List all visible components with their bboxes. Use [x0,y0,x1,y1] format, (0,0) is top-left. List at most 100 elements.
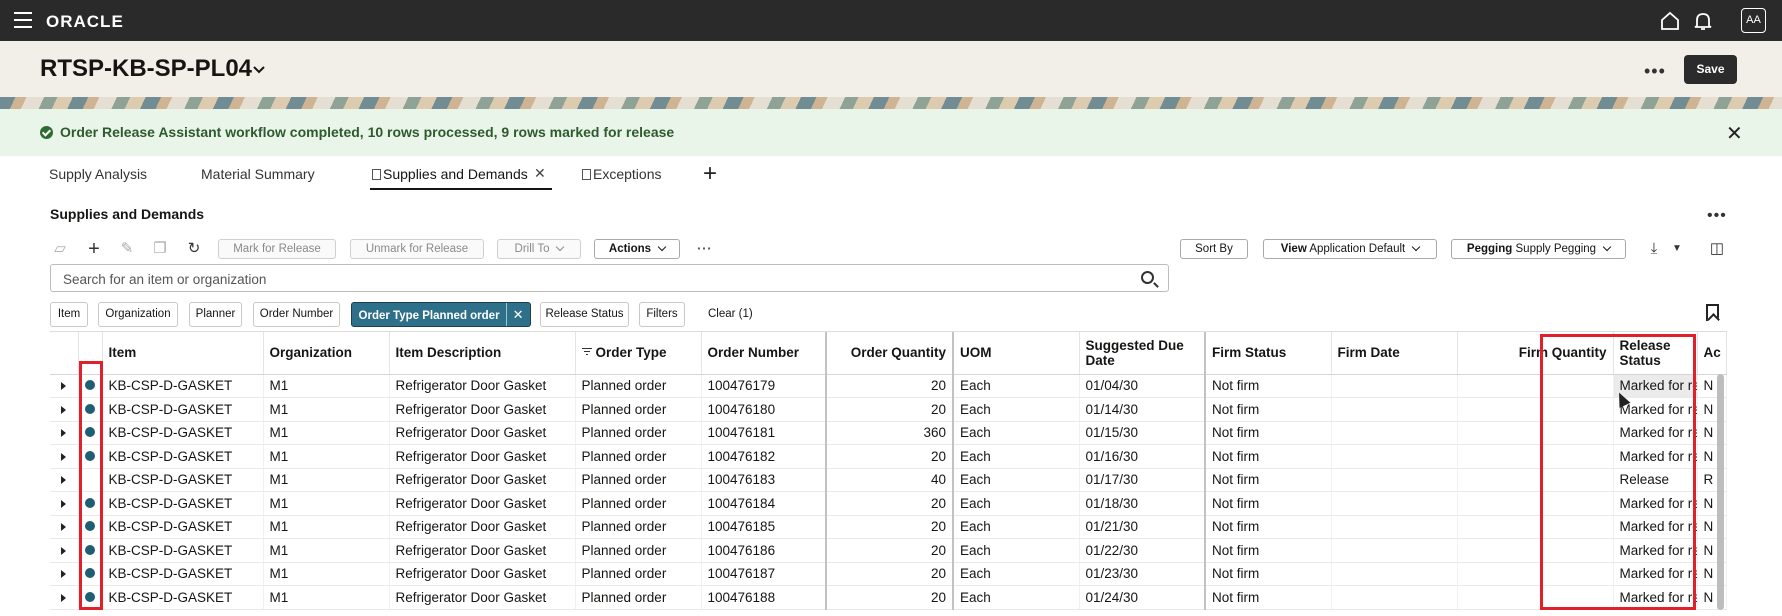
table-row[interactable]: KB-CSP-D-GASKET M1 Refrigerator Door Gaske… [50,515,1727,539]
status-cell [78,397,103,422]
refresh-icon[interactable]: ↻ [185,240,203,258]
filter-chip-planner[interactable]: Planner [189,302,242,327]
chevron-down-icon[interactable] [252,63,266,77]
bookmark-icon[interactable] [1706,304,1719,321]
drill-to-button[interactable]: Drill To [497,239,581,259]
pegging-select[interactable]: Pegging Supply Pegging [1451,239,1626,259]
hamburger-menu-icon[interactable] [14,12,32,28]
section-more-icon[interactable]: ••• [1707,207,1727,225]
cell-uom: Each [953,562,1080,586]
tab-supply-analysis[interactable]: Supply Analysis [49,166,147,182]
search-icon[interactable] [1141,271,1154,284]
edit-note-icon[interactable]: ▱ [51,240,69,258]
clear-filters-link[interactable]: Clear (1) [708,308,753,320]
cell-item-description: Refrigerator Door Gasket [389,585,576,610]
filter-chip-order-number[interactable]: Order Number [253,302,340,327]
expand-row-icon[interactable] [61,429,67,438]
col-header-uom[interactable]: UOM [953,332,1080,375]
table-row[interactable]: KB-CSP-D-GASKET M1 Refrigerator Door Gaske… [50,491,1727,516]
more-icon[interactable]: ⋯ [695,240,713,258]
table-row[interactable]: KB-CSP-D-GASKET M1 Refrigerator Door Gaske… [50,421,1727,445]
table-header-row: Item Organization Item Description Order… [50,332,1727,375]
table-row[interactable]: KB-CSP-D-GASKET M1 Refrigerator Door Gaske… [50,562,1727,586]
remove-filter-icon[interactable]: ✕ [505,303,523,326]
col-header-item[interactable]: Item [102,332,264,375]
expand-row-icon[interactable] [61,593,67,602]
mark-for-release-button[interactable]: Mark for Release [218,239,336,259]
cell-release-status: Marked for release [1613,491,1698,516]
status-cell [78,585,103,610]
active-tab-indicator [370,188,552,190]
sort-by-button[interactable]: Sort By [1180,239,1248,259]
table-row[interactable]: KB-CSP-D-GASKET M1 Refrigerator Door Gaske… [50,468,1727,492]
cell-firm-status: Not firm [1205,585,1332,610]
duplicate-icon[interactable]: ❐ [151,240,169,258]
cell-item: KB-CSP-D-GASKET [102,397,264,422]
page-title[interactable]: RTSP-KB-SP-PL04 [40,55,252,83]
filter-chip-organization[interactable]: Organization [98,302,178,327]
expand-row-icon[interactable] [61,546,67,555]
table-row[interactable]: KB-CSP-D-GASKET M1 Refrigerator Door Gaske… [50,444,1727,469]
expand-row-icon[interactable] [61,523,67,532]
expand-row-icon[interactable] [61,452,67,461]
close-tab-icon[interactable]: ✕ [534,165,546,182]
chevron-down-icon [1411,242,1421,252]
pencil-icon[interactable]: ✎ [118,240,136,258]
table-row[interactable]: KB-CSP-D-GASKET M1 Refrigerator Door Gaske… [50,585,1727,610]
view-select[interactable]: View Application Default [1263,239,1437,259]
col-header-next[interactable]: Ac [1697,332,1727,375]
cell-order-number: 100476182 [701,444,827,469]
cell-firm-date [1331,468,1458,492]
filter-chip-order-type[interactable]: Order Type Planned order ✕ [351,302,531,327]
filter-chip-release-status[interactable]: Release Status [540,302,629,327]
search-input[interactable] [63,270,1103,288]
col-header-firm-date[interactable]: Firm Date [1331,332,1458,375]
unmark-for-release-button[interactable]: Unmark for Release [350,239,484,259]
table-row[interactable]: KB-CSP-D-GASKET M1 Refrigerator Door Gaske… [50,397,1727,422]
cell-firm-date [1331,444,1458,469]
col-header-suggested-due-date[interactable]: Suggested Due Date [1079,332,1206,375]
col-header-order-number[interactable]: Order Number [701,332,827,375]
tab-exceptions[interactable]: Exceptions [582,166,661,182]
more-actions-icon[interactable]: ••• [1644,61,1666,82]
expand-row-icon[interactable] [61,499,67,508]
col-header-organization[interactable]: Organization [263,332,390,375]
close-banner-icon[interactable]: ✕ [1726,121,1743,146]
cell-suggested-due-date: 01/17/30 [1079,468,1206,492]
table-scrollbar[interactable] [1717,374,1724,610]
expand-row-icon[interactable] [61,405,67,414]
user-avatar[interactable]: AA [1741,8,1766,33]
col-header-item-description[interactable]: Item Description [389,332,576,375]
tab-material-summary[interactable]: Material Summary [201,166,315,182]
expand-row-icon[interactable] [61,382,67,391]
add-icon[interactable]: + [85,239,103,259]
expand-row-icon[interactable] [61,476,67,485]
cell-item-description: Refrigerator Door Gasket [389,397,576,422]
download-icon[interactable]: ⤓ [1645,240,1663,258]
table-row[interactable]: KB-CSP-D-GASKET M1 Refrigerator Door Gaske… [50,374,1727,398]
status-cell [78,468,103,492]
columns-panel-icon[interactable]: ◫ [1708,240,1726,258]
col-header-firm-status[interactable]: Firm Status [1205,332,1332,375]
filter-chips: Item Organization Planner Order Number O… [0,301,1782,329]
bell-icon[interactable] [1692,10,1714,32]
cell-firm-status: Not firm [1205,374,1332,398]
col-header-order-type[interactable]: Order Type [575,332,702,375]
cell-suggested-due-date: 01/04/30 [1079,374,1206,398]
expand-cell [50,468,79,492]
home-icon[interactable] [1659,10,1681,32]
filter-chip-item[interactable]: Item [50,302,88,327]
save-button[interactable]: Save [1684,55,1737,84]
cell-item: KB-CSP-D-GASKET [102,421,264,445]
col-header-firm-quantity[interactable]: Firm Quantity [1457,332,1614,375]
success-banner: Order Release Assistant workflow complet… [0,109,1782,156]
col-header-release-status[interactable]: Release Status [1613,332,1698,375]
tab-supplies-and-demands[interactable]: Supplies and Demands [372,166,528,182]
filters-button[interactable]: Filters [639,302,685,327]
chevron-down-icon[interactable]: ▼ [1668,240,1686,258]
add-tab-icon[interactable]: + [703,160,717,188]
actions-button[interactable]: Actions [594,239,680,259]
expand-row-icon[interactable] [61,570,67,579]
col-header-order-quantity[interactable]: Order Quantity [826,332,954,375]
table-row[interactable]: KB-CSP-D-GASKET M1 Refrigerator Door Gaske… [50,538,1727,563]
